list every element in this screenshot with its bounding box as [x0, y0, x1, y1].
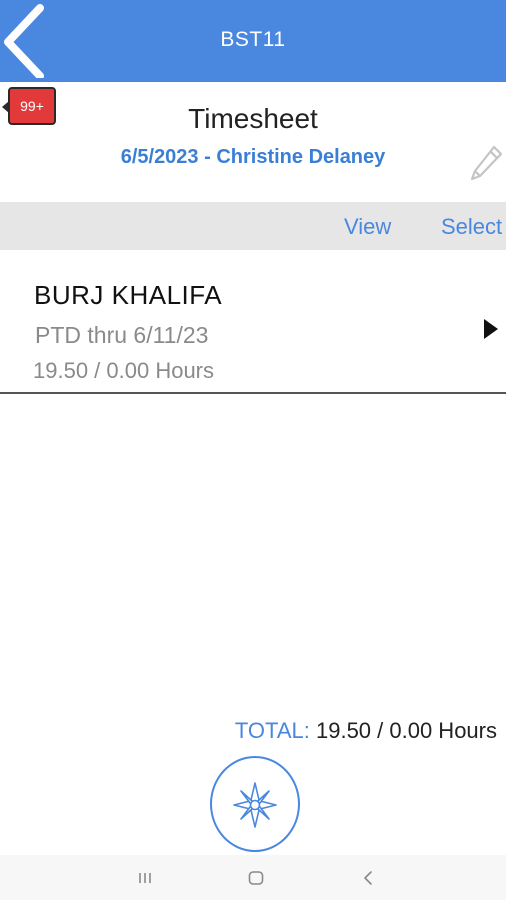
compass-button[interactable] [210, 756, 300, 852]
app-header: BST11 [0, 0, 506, 82]
edit-button[interactable] [468, 143, 504, 183]
timesheet-date-employee: 6/5/2023 - Christine Delaney [120, 146, 386, 168]
recent-apps-icon [139, 873, 151, 883]
system-nav-bar [0, 855, 506, 900]
page-title: Timesheet [188, 103, 318, 134]
select-link[interactable]: Select [441, 214, 502, 240]
job-hours: 19.50 / 0.00 Hours [33, 358, 215, 383]
pencil-icon [470, 145, 503, 181]
job-ptd-date: PTD thru 6/11/23 [35, 322, 209, 348]
home-icon [248, 871, 264, 885]
view-link[interactable]: View [344, 214, 391, 240]
app-title: BST11 [220, 28, 286, 51]
action-bar: View Select [0, 202, 506, 250]
total-label: TOTAL: [234, 718, 310, 743]
recent-apps-button[interactable] [130, 865, 160, 891]
total-hours: TOTAL: 19.50 / 0.00 Hours [235, 718, 497, 744]
compass-icon [233, 782, 277, 828]
job-name: BURJ KHALIFA [34, 280, 223, 310]
job-row[interactable]: BURJ KHALIFA PTD thru 6/11/23 19.50 / 0.… [0, 262, 506, 394]
home-button[interactable] [241, 865, 271, 891]
back-icon [364, 871, 372, 885]
total-value: 19.50 / 0.00 Hours [315, 718, 497, 743]
play-arrow-icon [484, 319, 498, 339]
system-back-button[interactable] [353, 865, 383, 891]
